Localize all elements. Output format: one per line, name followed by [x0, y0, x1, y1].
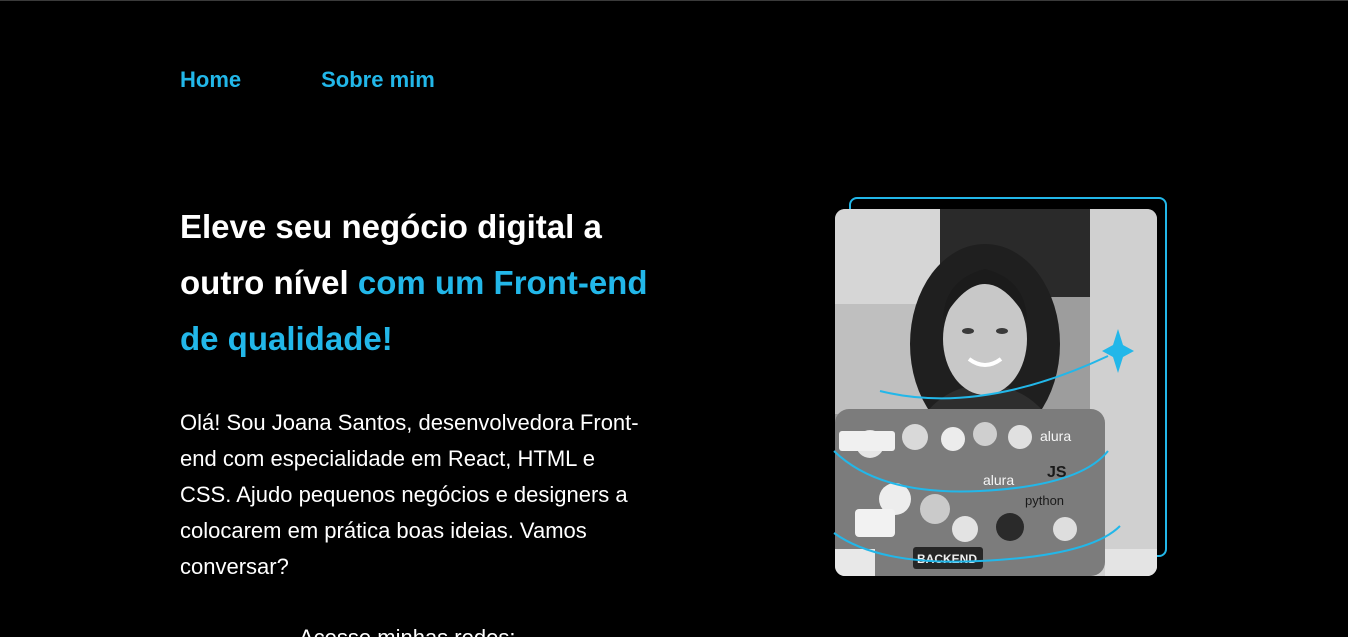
profile-photo-illustration: alura alura JS python BACKEND [835, 209, 1157, 576]
sticker-alura-text-2: alura [983, 472, 1014, 488]
page: Home Sobre mim Eleve seu negócio digital… [0, 0, 1348, 637]
main-nav: Home Sobre mim [180, 67, 435, 93]
hero-intro: Olá! Sou Joana Santos, desenvolvedora Fr… [180, 410, 639, 579]
nav-link-about[interactable]: Sobre mim [321, 67, 435, 93]
social-links-title: Acesse minhas redes: [299, 625, 515, 637]
sticker-alura-text: alura [1040, 428, 1071, 444]
hero-headline: Eleve seu negócio digital a outro nível … [180, 199, 660, 367]
sticker-python-text: python [1025, 493, 1064, 508]
nav-link-home[interactable]: Home [180, 67, 241, 93]
profile-photo: alura alura JS python BACKEND [835, 209, 1157, 576]
sticker-js-text: JS [1047, 464, 1067, 481]
sticker-backend-text: BACKEND [917, 552, 977, 566]
